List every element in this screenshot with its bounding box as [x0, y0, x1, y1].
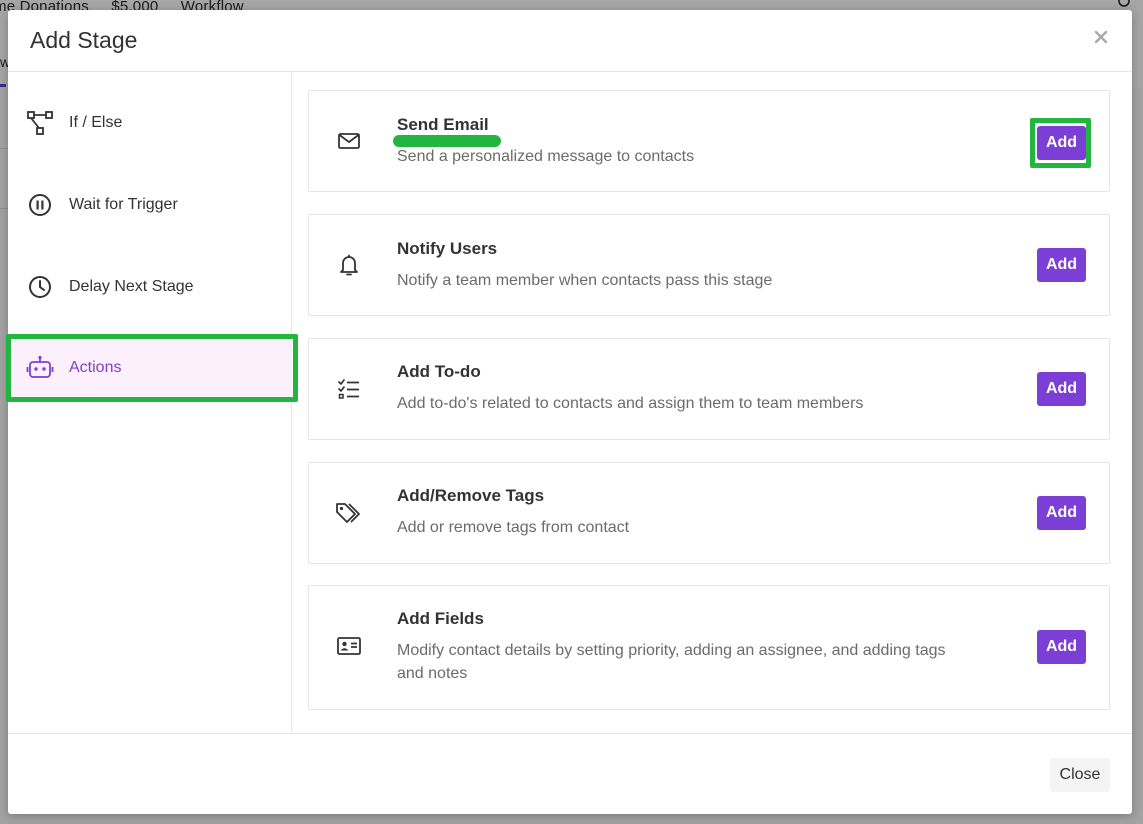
divider	[0, 148, 8, 149]
modal-footer: Close	[8, 733, 1132, 814]
pause-circle-icon	[26, 191, 54, 219]
action-description: Modify contact details by setting priori…	[397, 642, 946, 682]
search-icon	[1118, 0, 1130, 7]
action-description: Add or remove tags from contact	[397, 519, 630, 536]
action-description: Add to-do's related to contacts and assi…	[397, 395, 864, 412]
add-fields-button[interactable]: Add	[1037, 630, 1086, 664]
sidebar-item-if-else[interactable]: If / Else	[8, 92, 292, 154]
action-card-add-to-do: Add To-do Add to-do's related to contact…	[308, 338, 1110, 440]
sidebar-item-label: Actions	[69, 359, 122, 376]
id-card-icon	[335, 632, 363, 660]
tags-icon	[335, 499, 363, 527]
sidebar-item-label: If / Else	[69, 114, 123, 131]
action-title: Notify Users	[397, 239, 498, 258]
close-button[interactable]: Close	[1050, 758, 1110, 792]
clock-icon	[26, 273, 54, 301]
add-to-do-button[interactable]: Add	[1037, 372, 1086, 406]
action-title: Add/Remove Tags	[397, 486, 545, 505]
add-stage-modal: Add Stage If / Else Wait for Trigger Del…	[6, 10, 1132, 814]
checklist-icon	[335, 375, 363, 403]
action-title: Add To-do	[397, 362, 481, 381]
sidebar-item-label: Wait for Trigger	[69, 196, 178, 213]
envelope-icon	[335, 127, 363, 155]
action-card-add-remove-tags: Add/Remove Tags Add or remove tags from …	[308, 462, 1110, 564]
action-card-send-email: Send Email Send a personalized message t…	[308, 90, 1110, 192]
modal-header: Add Stage	[8, 10, 1132, 72]
branch-icon	[26, 109, 54, 137]
robot-icon	[26, 354, 54, 382]
background-tab-underline	[0, 84, 6, 87]
add-remove-tags-button[interactable]: Add	[1037, 496, 1086, 530]
action-card-notify-users: Notify Users Notify a team member when c…	[308, 214, 1110, 316]
action-card-add-fields: Add Fields Modify contact details by set…	[308, 585, 1110, 710]
sidebar-item-label: Delay Next Stage	[69, 278, 194, 295]
add-send-email-button[interactable]: Add	[1037, 126, 1086, 160]
bell-icon	[335, 251, 363, 279]
action-description: Notify a team member when contacts pass …	[397, 272, 773, 289]
close-icon[interactable]	[1094, 30, 1108, 44]
modal-title: Add Stage	[30, 27, 138, 53]
divider	[0, 208, 8, 209]
action-title: Send Email	[397, 115, 489, 134]
sidebar-item-delay-next-stage[interactable]: Delay Next Stage	[8, 256, 292, 318]
action-title: Add Fields	[397, 609, 484, 628]
sidebar-item-actions[interactable]: Actions	[8, 338, 292, 398]
action-description: Send a personalized message to contacts	[397, 148, 695, 165]
stage-type-sidebar: If / Else Wait for Trigger Delay Next St…	[6, 72, 298, 733]
sidebar-item-wait-for-trigger[interactable]: Wait for Trigger	[8, 174, 292, 236]
add-notify-users-button[interactable]: Add	[1037, 248, 1086, 282]
